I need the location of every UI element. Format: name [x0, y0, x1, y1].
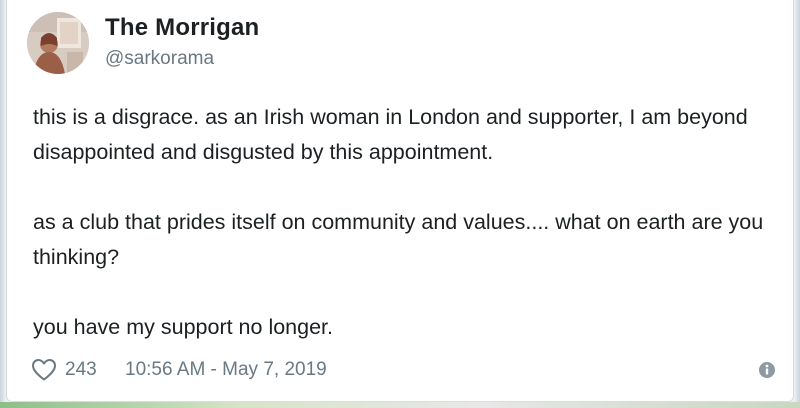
- tweet-card: The Morrigan @sarkorama this is a disgra…: [6, 0, 794, 402]
- profile-photo-icon: [27, 12, 89, 74]
- tweet-paragraph-3: you have my support no longer.: [33, 315, 333, 339]
- display-name[interactable]: The Morrigan: [105, 14, 259, 42]
- background-strip: [0, 402, 800, 408]
- like-count[interactable]: 243: [65, 359, 97, 381]
- tweet-paragraph-1: this is a disgrace. as an Irish woman in…: [33, 105, 748, 164]
- tweet-paragraph-2: as a club that prides itself on communit…: [33, 210, 764, 269]
- tweet-text: this is a disgrace. as an Irish woman in…: [33, 100, 783, 345]
- heart-icon[interactable]: [31, 358, 57, 382]
- tweet-timestamp[interactable]: 10:56 AM - May 7, 2019: [125, 359, 327, 381]
- user-handle[interactable]: @sarkorama: [105, 48, 214, 70]
- tweet-footer: 243 10:56 AM - May 7, 2019: [31, 356, 776, 384]
- info-icon[interactable]: [758, 361, 776, 379]
- avatar[interactable]: [27, 12, 89, 74]
